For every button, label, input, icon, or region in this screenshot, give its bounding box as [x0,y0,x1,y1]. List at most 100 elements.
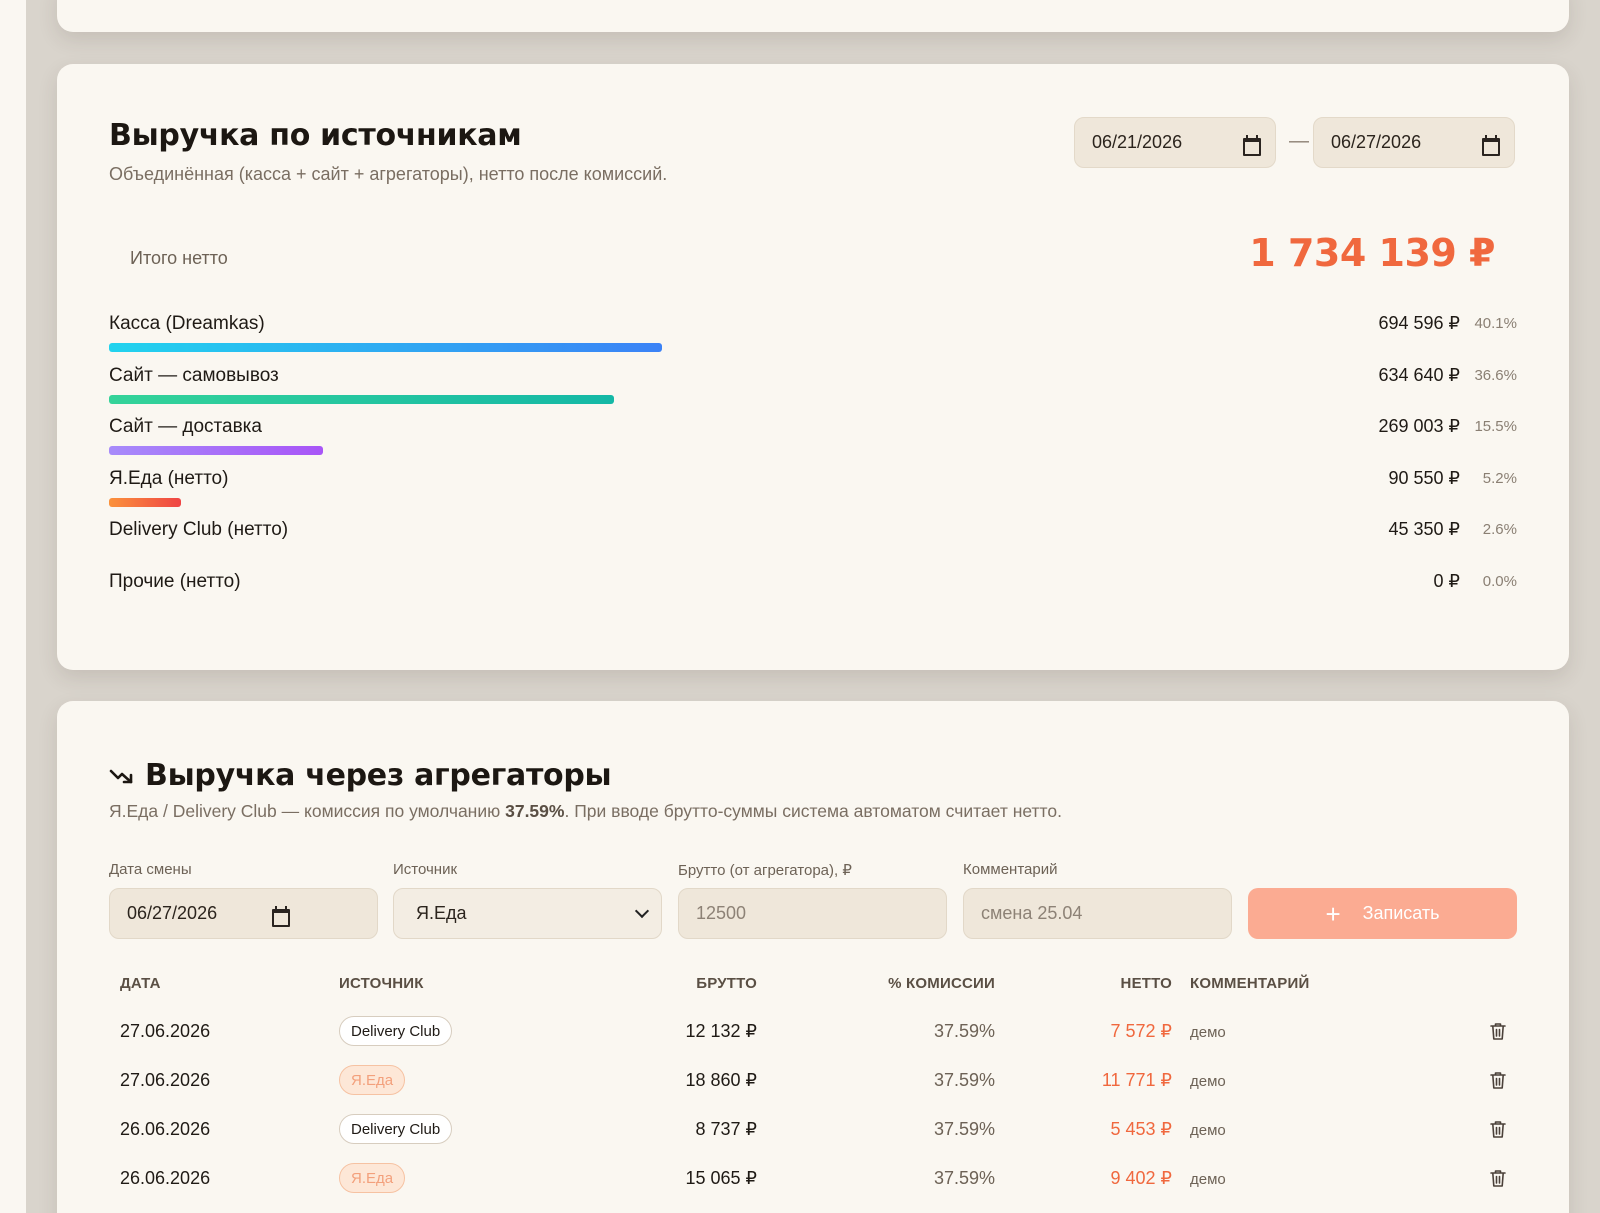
date-from-value: 06/21/2026 [1092,132,1183,152]
trash-icon[interactable] [1489,1119,1507,1139]
source-select-value: Я.Еда [416,903,467,923]
source-value: 90 550 ₽ [1388,467,1460,488]
row-comment: демо [1190,1122,1226,1139]
source-share-bar [109,394,615,404]
row-net: 11 771 ₽ [1101,1070,1172,1090]
comment-label: Комментарий [963,861,1058,878]
source-value: 634 640 ₽ [1378,364,1460,385]
source-share-bar [109,343,663,352]
aggregator-title: Выручка через агрегаторы [145,758,612,793]
source-label: Источник [393,861,458,878]
row-commission: 37.59% [933,1119,995,1139]
trash-icon[interactable] [1489,1021,1507,1041]
source-value: 45 350 ₽ [1388,519,1460,540]
row-net: 7 572 ₽ [1110,1021,1173,1041]
table-row: 27.06.2026 Delivery Club 12 132 ₽ 37.59% 7 5… [109,1013,1517,1053]
row-commission: 37.59% [933,1070,995,1090]
source-row: Я.Еда (нетто) 90 550 ₽ 5.2% [109,468,1517,508]
previous-card [57,0,1569,32]
trash-icon[interactable] [1489,1168,1507,1188]
source-percent: 40.1% [1474,315,1517,332]
revenue-by-source-card: Выручка по источникам Объединённая (касс… [57,64,1569,670]
row-comment: демо [1190,1024,1226,1041]
table-row: 27.06.2026 Я.Еда 18 860 ₽ 37.59% 11 771 ₽ дем… [109,1062,1517,1102]
row-gross: 12 132 ₽ [685,1021,757,1041]
col-net: НЕТТО [1120,975,1172,992]
calendar-icon[interactable] [1242,134,1261,156]
source-share-bar [109,497,181,507]
row-gross: 15 065 ₽ [685,1168,757,1188]
row-gross: 18 860 ₽ [685,1070,757,1090]
trash-icon[interactable] [1489,1070,1507,1090]
comment-input[interactable]: смена 25.04 [963,888,1232,939]
calendar-icon[interactable] [271,905,291,927]
aggregator-revenue-card: Выручка через агрегаторы Я.Еда / Deliver… [57,701,1569,1213]
gross-placeholder: 12500 [696,903,747,923]
row-comment: демо [1190,1171,1226,1188]
shift-date-label: Дата смены [109,861,192,878]
row-commission: 37.59% [933,1168,995,1188]
source-name: Сайт — самовывоз [109,364,279,386]
gross-input[interactable]: 12500 [678,888,947,939]
row-date: 26.06.2026 [120,1119,211,1139]
comment-placeholder: смена 25.04 [981,903,1083,923]
source-share-bar [109,446,323,456]
aggregator-subtitle: Я.Еда / Delivery Club — комиссия по умол… [109,801,1062,822]
source-row: Прочие (нетто) 0 ₽ 0.0% [109,571,1517,611]
source-badge: Delivery Club [339,1016,453,1046]
total-net-label: Итого нетто [130,248,228,268]
source-select[interactable]: Я.Еда [393,888,662,939]
row-commission: 37.59% [933,1021,995,1041]
trending-down-icon [109,769,133,783]
source-name: Я.Еда (нетто) [109,467,229,489]
left-rail [0,0,26,1213]
date-from-input[interactable]: 06/21/2026 [1074,117,1276,168]
subtitle-prefix: Я.Еда / Delivery Club — комиссия по умол… [109,801,506,821]
chevron-down-icon [634,903,650,919]
total-net-value: 1 734 139 ₽ [1249,231,1495,275]
source-value: 694 596 ₽ [1378,313,1460,333]
source-row: Касса (Dreamkas) 694 596 ₽ 40.1% [109,313,1517,353]
table-row: 26.06.2026 Delivery Club 8 737 ₽ 37.59% 5 45… [109,1111,1517,1151]
shift-date-input[interactable]: 06/27/2026 [109,888,378,939]
date-to-input[interactable]: 06/27/2026 [1313,117,1515,168]
submit-label: Записать [1362,903,1440,923]
source-row: Сайт — самовывоз 634 640 ₽ 36.6% [109,365,1517,405]
subtitle-suffix: . При вводе брутто-суммы система автомат… [564,801,1062,821]
source-row: Сайт — доставка 269 003 ₽ 15.5% [109,416,1517,456]
submit-button[interactable]: + Записать [1248,888,1517,939]
source-percent: 5.2% [1482,469,1517,487]
source-row: Delivery Club (нетто) 45 350 ₽ 2.6% [109,519,1517,559]
row-net: 5 453 ₽ [1110,1119,1173,1139]
row-net: 9 402 ₽ [1110,1168,1173,1188]
source-name: Сайт — доставка [109,416,262,438]
table-row: 26.06.2026 Я.Еда 15 065 ₽ 37.59% 9 402 ₽ демо [109,1160,1517,1200]
source-name: Касса (Dreamkas) [109,313,265,334]
source-percent: 15.5% [1474,418,1517,436]
source-name: Delivery Club (нетто) [109,519,289,541]
source-percent: 36.6% [1474,366,1517,384]
source-percent: 0.0% [1482,573,1517,590]
col-gross: БРУТТО [696,975,757,992]
source-value: 269 003 ₽ [1378,416,1460,437]
date-range-separator: — [1289,130,1309,152]
shift-date-value: 06/27/2026 [127,903,218,923]
row-comment: демо [1190,1073,1226,1090]
source-percent: 2.6% [1482,521,1517,539]
default-commission: 37.59% [505,801,565,821]
calendar-icon[interactable] [1481,134,1500,156]
row-date: 27.06.2026 [120,1021,211,1041]
source-value: 0 ₽ [1433,571,1460,591]
aggregator-header: Выручка через агрегаторы [109,758,612,793]
sources-title: Выручка по источникам [109,118,522,153]
sources-subtitle: Объединённая (касса + сайт + агрегаторы)… [109,164,668,184]
date-to-value: 06/27/2026 [1331,132,1422,152]
row-date: 27.06.2026 [120,1070,211,1090]
gross-label: Брутто (от агрегатора), ₽ [678,862,852,879]
source-badge: Delivery Club [339,1114,453,1144]
source-badge: Я.Еда [339,1065,406,1095]
source-badge: Я.Еда [339,1163,406,1193]
col-source: ИСТОЧНИК [339,975,424,992]
col-commission: % КОМИССИИ [888,975,995,992]
plus-icon: + [1325,898,1341,929]
